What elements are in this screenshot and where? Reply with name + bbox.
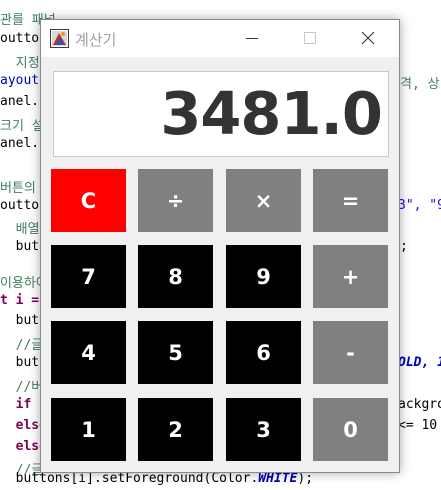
maximize-icon [304, 32, 316, 44]
digit-5-button[interactable]: 5 [138, 321, 213, 384]
minimize-icon [246, 38, 258, 39]
digit-6-button[interactable]: 6 [226, 321, 301, 384]
plus-button[interactable]: + [313, 245, 388, 308]
code-constant: WHITE [258, 471, 298, 486]
multiply-button[interactable]: × [226, 169, 301, 232]
minus-button[interactable]: - [313, 321, 388, 384]
title-bar[interactable]: 계산기 [41, 20, 399, 57]
display-value: 3481.0 [160, 79, 383, 148]
code-line: outto [0, 31, 40, 46]
code-line: //버 [0, 380, 44, 395]
close-icon [361, 31, 375, 45]
maximize-button[interactable] [281, 20, 339, 57]
code-text: ); [297, 471, 314, 486]
digit-9-button[interactable]: 9 [226, 245, 301, 308]
minimize-button[interactable] [223, 20, 281, 57]
equals-button[interactable]: = [313, 169, 388, 232]
digit-3-button[interactable]: 3 [226, 398, 301, 461]
window-title: 계산기 [75, 31, 117, 49]
code-line: 3", "9 [398, 198, 441, 213]
code-line: t i = [0, 293, 40, 308]
calculator-window: 계산기 3481.0 C ÷ × = 7 8 9 + 4 5 6 - 1 2 3… [40, 19, 400, 473]
code-line: 격, 상 [400, 77, 440, 92]
divide-button[interactable]: ÷ [138, 169, 213, 232]
code-line: //글 [0, 338, 44, 353]
code-line: 지정 [0, 56, 40, 71]
code-line: 크기 설 [0, 119, 44, 134]
code-line: anel. [0, 136, 40, 151]
code-line: 배열 [0, 222, 40, 237]
code-text: buttons[i].setForeground(Color. [0, 471, 259, 486]
clear-button[interactable]: C [51, 169, 126, 232]
code-line: ; [400, 239, 408, 254]
code-line: OLD, 1 [398, 355, 441, 370]
digit-0-button[interactable]: 0 [313, 398, 388, 461]
digit-1-button[interactable]: 1 [51, 398, 126, 461]
code-line: outto [0, 198, 40, 213]
code-line: ayout [0, 73, 40, 88]
code-line: buttons[i].setForeground(Color.WHITE); [0, 471, 313, 486]
code-line: 버튼의 [0, 181, 36, 196]
digit-4-button[interactable]: 4 [51, 321, 126, 384]
code-line: anel. [0, 94, 40, 109]
app-icon [50, 29, 69, 48]
code-line: <= 10 [398, 418, 438, 433]
code-line: ackgro [398, 397, 441, 412]
close-button[interactable] [339, 20, 397, 57]
result-display: 3481.0 [53, 71, 389, 157]
digit-7-button[interactable]: 7 [51, 245, 126, 308]
digit-8-button[interactable]: 8 [138, 245, 213, 308]
digit-2-button[interactable]: 2 [138, 398, 213, 461]
